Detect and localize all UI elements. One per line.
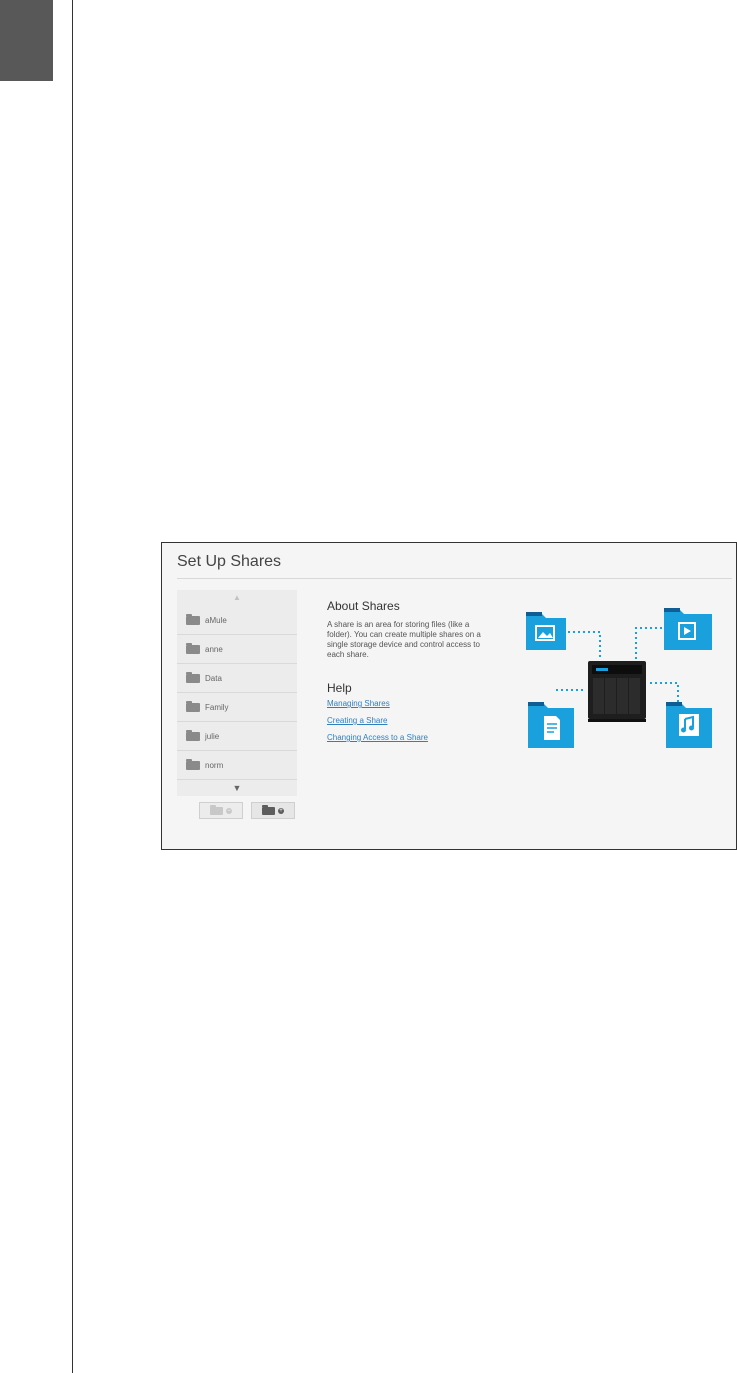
folder-icon (186, 758, 200, 770)
chevron-down-icon: ▼ (232, 782, 242, 793)
share-item-julie[interactable]: julie (177, 722, 297, 751)
nas-device-icon (588, 661, 646, 722)
music-folder-icon (666, 702, 712, 748)
page-margin-rule (72, 0, 73, 1373)
title-divider (177, 578, 732, 579)
video-folder-icon (664, 608, 712, 650)
folder-icon (210, 804, 223, 815)
share-list: ▲ aMule anne Data Family julie norm ▼ (177, 590, 297, 796)
section-tab-marker (0, 0, 53, 81)
folder-icon (186, 671, 200, 683)
about-shares-heading: About Shares (327, 599, 400, 613)
document-folder-icon (528, 702, 574, 748)
share-item-label: norm (205, 760, 224, 770)
help-link-creating-share[interactable]: Creating a Share (327, 716, 387, 725)
add-icon: + (278, 807, 284, 814)
folder-icon (186, 700, 200, 712)
help-heading: Help (327, 681, 352, 695)
folder-icon (262, 804, 275, 815)
share-item-label: aMule (205, 615, 227, 625)
set-up-shares-screenshot: Set Up Shares ▲ aMule anne Data Family j… (161, 542, 737, 850)
shares-diagram (526, 608, 712, 748)
image-folder-icon (526, 612, 566, 650)
folder-icon (186, 642, 200, 654)
folder-icon (186, 729, 200, 741)
add-share-button[interactable]: + (251, 802, 295, 819)
share-item-label: Data (205, 673, 222, 683)
share-item-anne[interactable]: anne (177, 635, 297, 664)
chevron-up-icon: ▲ (233, 593, 241, 602)
share-item-label: julie (205, 731, 220, 741)
share-item-amule[interactable]: aMule (177, 606, 297, 635)
remove-share-button[interactable]: − (199, 802, 243, 819)
scroll-down-button[interactable]: ▼ (177, 780, 297, 796)
help-link-managing-shares[interactable]: Managing Shares (327, 699, 390, 708)
about-shares-description: A share is an area for storing files (li… (327, 620, 481, 659)
share-item-family[interactable]: Family (177, 693, 297, 722)
share-item-norm[interactable]: norm (177, 751, 297, 780)
page-title: Set Up Shares (177, 553, 282, 570)
share-item-label: anne (205, 644, 223, 654)
remove-icon: − (226, 807, 232, 814)
folder-icon (186, 613, 200, 625)
help-link-changing-access[interactable]: Changing Access to a Share (327, 733, 428, 742)
share-item-label: Family (205, 702, 229, 712)
scroll-up-button[interactable]: ▲ (177, 590, 297, 606)
share-item-data[interactable]: Data (177, 664, 297, 693)
